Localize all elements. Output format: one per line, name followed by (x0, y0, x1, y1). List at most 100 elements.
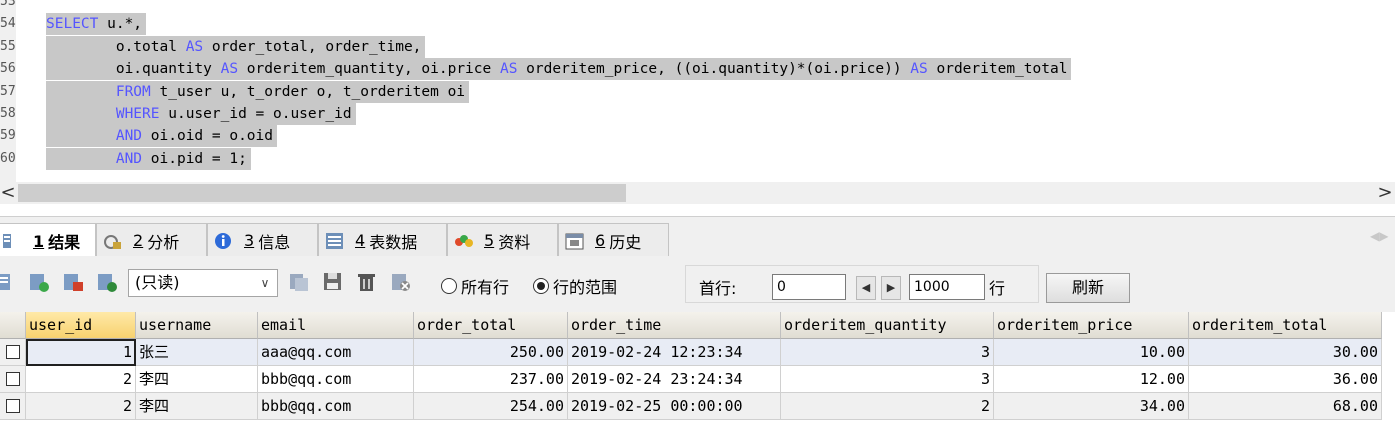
editor-horizontal-scrollbar[interactable]: < > (0, 182, 1395, 204)
cell-user-id[interactable]: 2 (26, 393, 136, 420)
cell-orderitem-quantity[interactable]: 2 (781, 393, 994, 420)
table-row[interactable]: 2 李四 bbb@qq.com 237.00 2019-02-24 23:24:… (0, 366, 1382, 393)
sql-keyword: AND (115, 128, 143, 145)
cell-orderitem-total[interactable]: 68.00 (1189, 393, 1382, 420)
next-page-icon[interactable]: ▶ (881, 276, 901, 300)
cell-orderitem-total[interactable]: 36.00 (1189, 366, 1382, 393)
tab-history[interactable]: 6 历史 (558, 223, 669, 257)
cell-order-total[interactable]: 250.00 (414, 339, 568, 366)
cell-order-time[interactable]: 2019-02-24 12:23:34 (568, 339, 781, 366)
cell-orderitem-total[interactable]: 30.00 (1189, 339, 1382, 366)
checkbox-icon[interactable] (5, 372, 20, 386)
code-text[interactable]: o.total AS order_total, order_time, (46, 35, 426, 58)
tab-results[interactable]: 1 结果 (0, 223, 96, 258)
tab-label: 分析 (147, 232, 180, 252)
sql-editor[interactable]: 53 54 SELECT u.*, 55 o.total AS order_total… (0, 0, 1395, 182)
result-grid[interactable]: user_id username email order_total order… (0, 312, 1395, 428)
code-text[interactable]: FROM t_user u, t_order o, t_orderitem oi (46, 80, 470, 103)
insert-row-icon[interactable] (28, 271, 49, 293)
column-header[interactable]: orderitem_price (994, 312, 1189, 339)
cancel-changes-icon[interactable] (390, 271, 410, 293)
column-header[interactable]: order_total (414, 312, 568, 339)
tab-number: 1 (33, 231, 45, 251)
first-row-label: 首行: (699, 279, 737, 298)
scroll-right-arrow-icon[interactable]: > (1377, 182, 1393, 204)
copy-row-icon[interactable] (288, 271, 308, 293)
line-number: 56 (0, 61, 16, 77)
cell-orderitem-quantity[interactable]: 3 (781, 366, 994, 393)
sql-text: order_total, order_time, (203, 38, 422, 55)
sql-text: orderitem_price, ((oi.quantity)*(oi.pric… (517, 61, 911, 78)
cell-order-time[interactable]: 2019-02-25 00:00:00 (568, 393, 781, 420)
save-changes-icon[interactable] (96, 271, 117, 293)
column-header[interactable]: orderitem_quantity (781, 312, 994, 339)
trash-icon[interactable] (356, 271, 376, 293)
code-text[interactable]: AND oi.pid = 1; (46, 147, 251, 170)
cell-email[interactable]: bbb@qq.com (258, 366, 414, 393)
cell-email[interactable]: aaa@qq.com (258, 339, 414, 366)
cell-user-id[interactable]: 2 (26, 366, 136, 393)
cell-email[interactable]: bbb@qq.com (258, 393, 414, 420)
result-table-icon (3, 232, 23, 250)
tab-info[interactable]: 3 信息 (207, 223, 318, 257)
cell-username[interactable]: 李四 (136, 366, 258, 393)
column-header[interactable]: username (136, 312, 258, 339)
row-checkbox[interactable] (0, 393, 26, 420)
select-all-header[interactable] (0, 312, 26, 339)
tab-number: 5 (484, 231, 495, 250)
checkbox-icon[interactable] (5, 399, 20, 413)
code-text[interactable]: oi.quantity AS orderitem_quantity, oi.pr… (46, 58, 1072, 81)
cell-orderitem-quantity[interactable]: 3 (781, 339, 994, 366)
line-number: 54 (0, 16, 16, 32)
cell-order-total[interactable]: 237.00 (414, 366, 568, 393)
prev-page-icon[interactable]: ◀ (856, 276, 876, 300)
cell-user-id[interactable]: 1 (26, 339, 136, 366)
info-chart-icon (454, 232, 474, 250)
scroll-left-arrow-icon[interactable]: < (0, 182, 16, 204)
radio-all-rows[interactable]: 所有行 (441, 274, 509, 298)
refresh-button[interactable]: 刷新 (1046, 273, 1130, 303)
radio-dot[interactable] (441, 278, 457, 294)
code-text[interactable]: SELECT u.*, (46, 13, 147, 36)
line-number: 57 (0, 83, 16, 99)
tab-label: 历史 (609, 232, 642, 252)
code-text[interactable]: AND oi.oid = o.oid (46, 125, 277, 148)
line-number: 60 (0, 150, 16, 166)
cell-orderitem-price[interactable]: 34.00 (994, 393, 1189, 420)
cell-order-total[interactable]: 254.00 (414, 393, 568, 420)
delete-row-icon[interactable] (62, 271, 83, 293)
read-only-mode-select[interactable]: (只读) ∨ (128, 269, 278, 297)
sql-text: o.total (46, 38, 186, 55)
radio-row-range[interactable]: 行的范围 (533, 274, 617, 298)
table-row[interactable]: 1 张三 aaa@qq.com 250.00 2019-02-24 12:23:… (0, 339, 1382, 366)
first-row-input[interactable]: 0 (772, 274, 846, 300)
cell-orderitem-price[interactable]: 12.00 (994, 366, 1189, 393)
save-disk-icon[interactable] (322, 271, 342, 293)
row-count-input[interactable]: 1000 (909, 274, 985, 300)
export-icon[interactable] (0, 271, 14, 293)
table-row[interactable]: 2 李四 bbb@qq.com 254.00 2019-02-25 00:00:… (0, 393, 1382, 420)
scrollbar-thumb[interactable] (18, 184, 626, 202)
tab-number: 3 (244, 231, 255, 250)
row-checkbox[interactable] (0, 366, 26, 393)
tab-info-chart[interactable]: 5 资料 (447, 223, 558, 257)
tab-label: 资料 (498, 232, 531, 252)
rows-unit-label: 行 (989, 279, 1006, 298)
tab-scroll-arrows-icon[interactable]: ◀▶ (1370, 229, 1392, 245)
row-checkbox[interactable] (0, 339, 26, 366)
column-header[interactable]: email (258, 312, 414, 339)
column-header[interactable]: order_time (568, 312, 781, 339)
cell-username[interactable]: 张三 (136, 339, 258, 366)
tab-profiler[interactable]: 2 分析 (96, 223, 207, 257)
tab-number: 6 (595, 231, 606, 250)
tab-number: 4 (355, 231, 366, 250)
radio-dot-selected[interactable] (533, 278, 549, 294)
column-header[interactable]: orderitem_total (1189, 312, 1382, 339)
cell-orderitem-price[interactable]: 10.00 (994, 339, 1189, 366)
column-header[interactable]: user_id (26, 312, 136, 339)
code-text[interactable]: WHERE u.user_id = o.user_id (46, 103, 356, 125)
tab-table-data[interactable]: 4 表数据 (318, 223, 447, 257)
cell-order-time[interactable]: 2019-02-24 23:24:34 (568, 366, 781, 393)
cell-username[interactable]: 李四 (136, 393, 258, 420)
checkbox-icon[interactable] (5, 345, 20, 359)
